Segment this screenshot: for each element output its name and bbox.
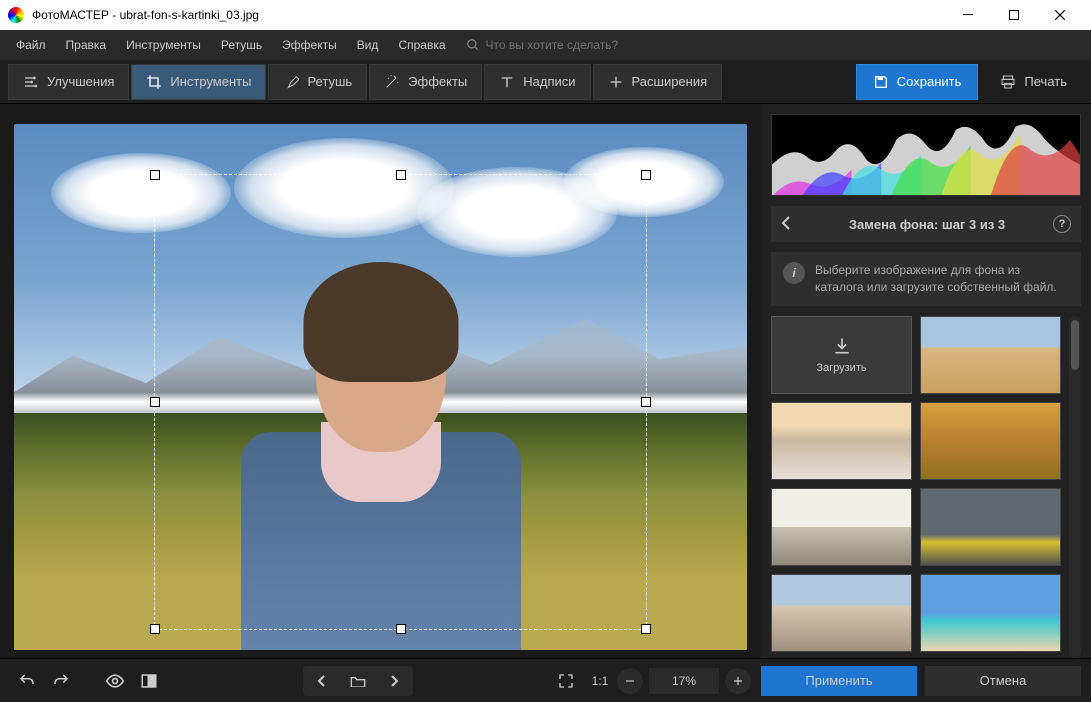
tab-extensions[interactable]: Расширения — [593, 64, 723, 100]
bg-tile-beach[interactable] — [920, 574, 1061, 652]
scrollbar-thumb[interactable] — [1071, 320, 1079, 370]
tab-enhance[interactable]: Улучшения — [8, 64, 129, 100]
image-canvas[interactable] — [14, 124, 747, 650]
step-title: Замена фона: шаг 3 из 3 — [801, 217, 1053, 232]
search-input[interactable] — [486, 38, 666, 52]
print-button[interactable]: Печать — [984, 64, 1083, 100]
step-back-button[interactable] — [781, 216, 791, 233]
bg-tile-interior[interactable] — [771, 488, 912, 566]
crop-selection[interactable] — [154, 174, 647, 630]
step-header: Замена фона: шаг 3 из 3 ? — [771, 206, 1081, 242]
upload-background-button[interactable]: Загрузить — [771, 316, 912, 394]
app-logo-icon — [8, 7, 24, 23]
menu-help[interactable]: Справка — [390, 34, 453, 56]
fit-screen-button[interactable] — [549, 666, 583, 696]
actual-size-button[interactable]: 1:1 — [583, 666, 617, 696]
cancel-button[interactable]: Отмена — [925, 666, 1081, 696]
catalog-scrollbar[interactable] — [1069, 316, 1081, 658]
zoom-in-button[interactable] — [725, 668, 751, 694]
menubar: Файл Правка Инструменты Ретушь Эффекты В… — [0, 30, 1091, 60]
nav-cluster — [303, 666, 413, 696]
undo-button[interactable] — [10, 666, 44, 696]
menu-effects[interactable]: Эффекты — [274, 34, 345, 56]
search-icon — [466, 38, 480, 52]
tab-effects[interactable]: Эффекты — [369, 64, 482, 100]
menu-retouch[interactable]: Ретушь — [213, 34, 270, 56]
crop-handle-ml[interactable] — [150, 397, 160, 407]
zoom-level[interactable]: 17% — [649, 668, 719, 694]
bg-tile-autumn-forest[interactable] — [920, 402, 1061, 480]
background-catalog: Загрузить — [771, 316, 1081, 658]
nav-open-button[interactable] — [341, 668, 375, 694]
help-button[interactable]: ? — [1053, 215, 1071, 233]
compare-button[interactable] — [132, 666, 166, 696]
menu-search — [466, 38, 666, 52]
brush-icon — [283, 74, 299, 90]
maximize-button[interactable] — [991, 0, 1037, 30]
titlebar: ФотоМАСТЕР - ubrat-fon-s-kartinki_03.jpg — [0, 0, 1091, 30]
crop-handle-tm[interactable] — [396, 170, 406, 180]
menu-edit[interactable]: Правка — [58, 34, 115, 56]
print-icon — [1000, 74, 1016, 90]
download-icon — [832, 336, 852, 356]
crop-handle-tr[interactable] — [641, 170, 651, 180]
bg-tile-city-street[interactable] — [920, 488, 1061, 566]
crop-icon — [146, 74, 162, 90]
window-title: ФотоМАСТЕР - ubrat-fon-s-kartinki_03.jpg — [32, 8, 259, 22]
minimize-button[interactable] — [945, 0, 991, 30]
crop-handle-br[interactable] — [641, 624, 651, 634]
close-button[interactable] — [1037, 0, 1083, 30]
histogram — [771, 114, 1081, 196]
info-box: i Выберите изображение для фона из катал… — [771, 252, 1081, 306]
apply-button[interactable]: Применить — [761, 666, 917, 696]
redo-button[interactable] — [44, 666, 78, 696]
canvas-area — [0, 104, 761, 658]
menu-file[interactable]: Файл — [8, 34, 54, 56]
toolbar: Улучшения Инструменты Ретушь Эффекты Над… — [0, 60, 1091, 104]
menu-view[interactable]: Вид — [349, 34, 387, 56]
tab-tools[interactable]: Инструменты — [131, 64, 266, 100]
save-icon — [873, 74, 889, 90]
bottom-bar: 1:1 17% Применить Отмена — [0, 658, 1091, 702]
info-text: Выберите изображение для фона из каталог… — [815, 262, 1069, 296]
nav-next-button[interactable] — [377, 668, 411, 694]
tab-retouch[interactable]: Ретушь — [268, 64, 367, 100]
text-icon — [499, 74, 515, 90]
crop-handle-bl[interactable] — [150, 624, 160, 634]
crop-handle-tl[interactable] — [150, 170, 160, 180]
plus-icon — [608, 74, 624, 90]
crop-handle-mr[interactable] — [641, 397, 651, 407]
tab-text[interactable]: Надписи — [484, 64, 590, 100]
info-icon: i — [783, 262, 805, 284]
bg-tile-desert[interactable] — [920, 316, 1061, 394]
bg-tile-winter-road[interactable] — [771, 402, 912, 480]
zoom-out-button[interactable] — [617, 668, 643, 694]
save-button[interactable]: Сохранить — [856, 64, 979, 100]
crop-handle-bm[interactable] — [396, 624, 406, 634]
nav-prev-button[interactable] — [305, 668, 339, 694]
wand-icon — [384, 74, 400, 90]
side-panel: Замена фона: шаг 3 из 3 ? i Выберите изо… — [761, 104, 1091, 658]
sliders-icon — [23, 74, 39, 90]
bg-tile-european-town[interactable] — [771, 574, 912, 652]
preview-button[interactable] — [98, 666, 132, 696]
menu-tools[interactable]: Инструменты — [118, 34, 209, 56]
